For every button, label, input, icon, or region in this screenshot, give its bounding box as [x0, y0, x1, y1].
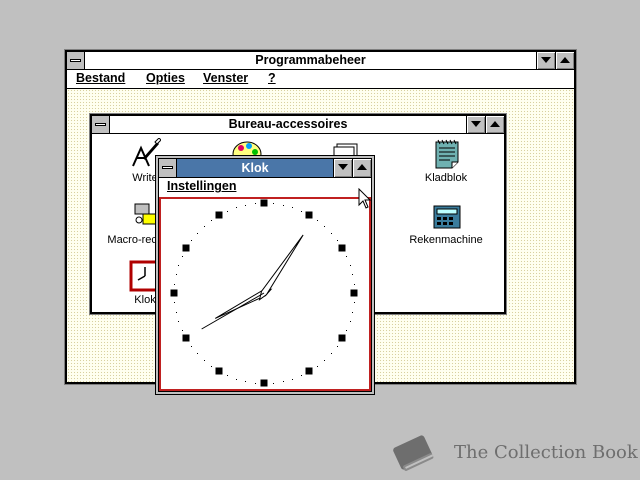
clock-menu-bar: Instellingen [159, 178, 371, 197]
program-item-calculator[interactable]: Rekenmachine [406, 200, 486, 246]
minute-dot [273, 383, 274, 384]
clock-minimize-button[interactable] [333, 159, 352, 177]
clock-face [161, 199, 367, 387]
minimize-icon [471, 121, 481, 127]
book-icon [393, 435, 434, 471]
system-menu-icon[interactable] [67, 52, 85, 69]
program-item-notepad[interactable]: Kladblok [406, 138, 486, 184]
second-hand [201, 292, 265, 330]
menu-bestand[interactable]: Bestand [76, 71, 125, 85]
minimize-button[interactable] [536, 52, 555, 69]
clock-title: Klok [241, 161, 269, 175]
clock-maximize-button[interactable] [352, 159, 371, 177]
maximize-icon [490, 121, 500, 127]
group-minimize-button[interactable] [466, 116, 485, 133]
minute-hand [258, 234, 304, 301]
menu-help[interactable]: ? [268, 71, 276, 85]
menu-bar: Bestand Opties Venster ? [67, 70, 574, 89]
clock-hands [201, 234, 304, 330]
maximize-icon [357, 164, 367, 170]
calculator-label: Rekenmachine [409, 234, 483, 246]
clock-face-area [159, 197, 371, 391]
menu-instellingen[interactable]: Instellingen [167, 179, 236, 193]
group-title: Bureau-accessoires [228, 117, 348, 131]
minimize-icon [541, 57, 551, 63]
notepad-label: Kladblok [424, 172, 468, 184]
program-manager-titlebar[interactable]: Programmabeheer [67, 52, 574, 70]
menu-opties[interactable]: Opties [146, 71, 185, 85]
clock-titlebar[interactable]: Klok [159, 159, 371, 178]
mouse-cursor-icon [358, 188, 372, 209]
window-title: Programmabeheer [255, 53, 366, 67]
group-titlebar[interactable]: Bureau-accessoires [92, 116, 504, 134]
watermark: The Collection Book [388, 430, 638, 476]
clock-system-menu-icon[interactable] [159, 159, 177, 177]
calculator-icon [433, 205, 461, 229]
clock-window[interactable]: Klok Instellingen [155, 155, 375, 395]
maximize-icon [560, 57, 570, 63]
notepad-icon [435, 139, 459, 169]
group-system-menu-icon[interactable] [92, 116, 110, 133]
watermark-text: The Collection Book [454, 442, 638, 463]
group-maximize-button[interactable] [485, 116, 504, 133]
maximize-button[interactable] [555, 52, 574, 69]
minimize-icon [338, 164, 348, 170]
menu-venster[interactable]: Venster [203, 71, 248, 85]
minute-dot [255, 383, 256, 384]
